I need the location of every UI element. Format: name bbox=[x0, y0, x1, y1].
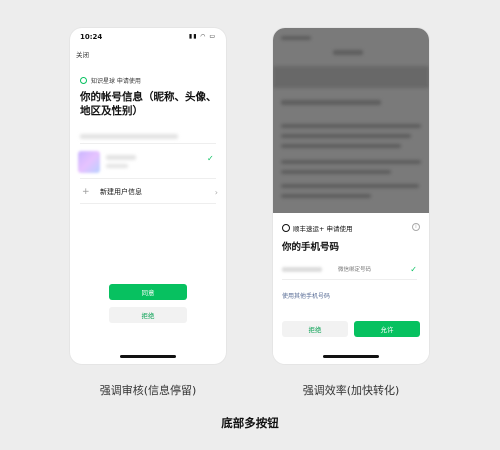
plus-icon: + bbox=[82, 187, 90, 197]
home-indicator bbox=[120, 355, 176, 358]
app-request-line: 知识星球 申请使用 bbox=[80, 76, 141, 85]
app-request-text: 顺丰速运+ 申请使用 bbox=[293, 225, 353, 233]
check-icon: ✓ bbox=[207, 154, 214, 163]
bound-phone-label: 微信绑定号码 bbox=[338, 267, 372, 273]
info-icon[interactable]: i bbox=[412, 223, 420, 231]
permission-sheet: 顺丰速运+ 申请使用 i 你的手机号码 微信绑定号码 ✓ 使用其他手机号码 拒绝… bbox=[273, 213, 429, 364]
blurred-banner bbox=[273, 66, 429, 88]
home-indicator bbox=[323, 355, 379, 358]
section-title: 底部多按钮 bbox=[221, 416, 279, 430]
permission-title: 你的帐号信息（昵称、头像、地区及性别） bbox=[80, 91, 217, 117]
left-phone-screen: 10:24 ▮▮ ◠ ▭ 关闭 知识星球 申请使用 你的帐号信息（昵称、头像、地… bbox=[70, 28, 226, 364]
allow-button[interactable]: 允许 bbox=[354, 321, 420, 337]
check-icon: ✓ bbox=[410, 264, 417, 274]
bound-phone-row[interactable]: 微信绑定号码 ✓ bbox=[282, 261, 417, 277]
signal-wifi-battery-icon: ▮▮ ◠ ▭ bbox=[188, 33, 216, 40]
blurred-details bbox=[106, 164, 128, 168]
app-logo-icon bbox=[282, 224, 290, 232]
divider bbox=[80, 143, 216, 144]
right-phone-screen: 顺丰速运+ 申请使用 i 你的手机号码 微信绑定号码 ✓ 使用其他手机号码 拒绝… bbox=[273, 28, 429, 364]
status-time: 10:24 bbox=[80, 33, 103, 41]
app-request-line: 顺丰速运+ 申请使用 bbox=[282, 223, 353, 233]
new-user-info-label: 新建用户信息 bbox=[100, 188, 142, 196]
new-user-info-row[interactable]: + 新建用户信息 › bbox=[82, 184, 218, 200]
blurred-text bbox=[281, 160, 421, 164]
close-button[interactable]: 关闭 bbox=[76, 49, 89, 59]
permission-title: 你的手机号码 bbox=[282, 242, 340, 253]
chevron-right-icon: › bbox=[214, 187, 218, 197]
blurred-status bbox=[281, 36, 311, 40]
status-bar: 10:24 ▮▮ ◠ ▭ bbox=[70, 28, 226, 44]
blurred-text bbox=[281, 134, 411, 138]
divider bbox=[80, 203, 216, 204]
blurred-nav-title bbox=[333, 50, 363, 55]
agree-button[interactable]: 同意 bbox=[109, 284, 187, 300]
dimmed-background-page bbox=[273, 28, 429, 213]
reject-button[interactable]: 拒绝 bbox=[282, 321, 348, 337]
blurred-text bbox=[281, 194, 371, 198]
right-caption: 强调效率(加快转化) bbox=[302, 384, 400, 397]
blurred-text bbox=[281, 144, 401, 148]
use-other-phone-link[interactable]: 使用其他手机号码 bbox=[282, 291, 330, 300]
avatar bbox=[78, 151, 100, 173]
blurred-subtitle bbox=[80, 134, 178, 139]
blurred-nickname bbox=[106, 155, 136, 160]
blurred-phone-number bbox=[282, 266, 322, 272]
blurred-text bbox=[281, 170, 391, 174]
blurred-text bbox=[281, 124, 421, 128]
divider bbox=[80, 178, 216, 179]
app-logo-icon bbox=[80, 77, 87, 84]
reject-button[interactable]: 拒绝 bbox=[109, 307, 187, 323]
app-request-text: 知识星球 申请使用 bbox=[91, 78, 141, 85]
blurred-text bbox=[281, 100, 381, 105]
blurred-text bbox=[281, 184, 419, 188]
divider bbox=[282, 279, 417, 280]
left-caption: 强调审核(信息停留) bbox=[99, 384, 197, 397]
